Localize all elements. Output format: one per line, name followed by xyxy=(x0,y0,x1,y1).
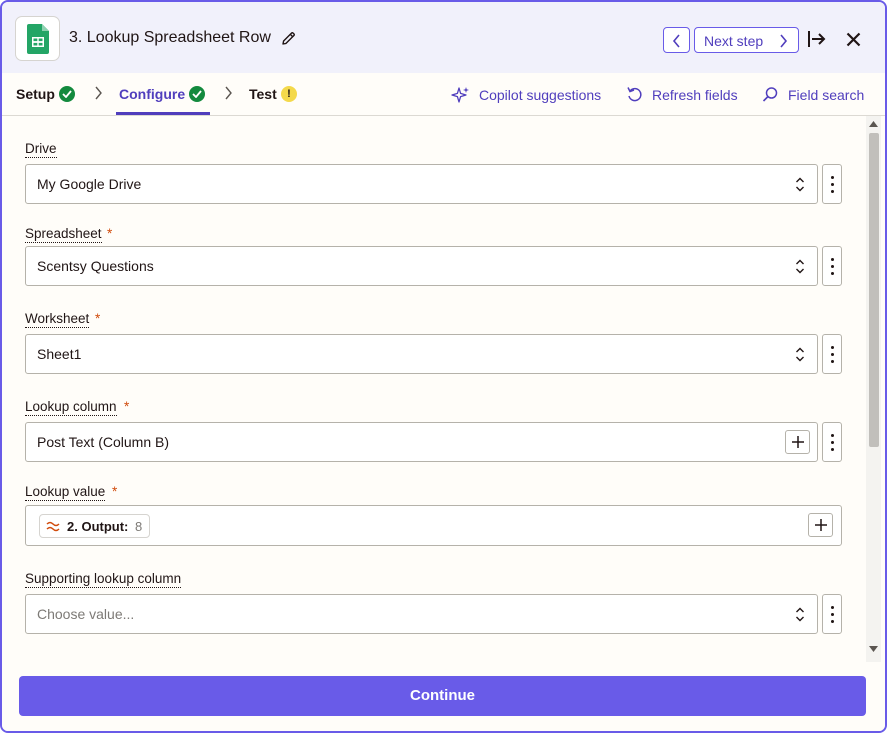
lookup-column-label: Lookup column xyxy=(25,399,117,416)
chevron-right-icon xyxy=(95,86,102,100)
lookup-column-value: Post Text (Column B) xyxy=(37,434,170,450)
up-down-chevron-icon xyxy=(796,607,804,622)
mapped-field-pill[interactable]: 2. Output: 8 xyxy=(39,514,150,538)
collapse-panel-icon[interactable] xyxy=(807,30,827,48)
check-circle-icon xyxy=(59,86,75,102)
copilot-suggestions-label: Copilot suggestions xyxy=(479,87,602,103)
drive-options-button[interactable] xyxy=(822,164,842,204)
worksheet-value: Sheet1 xyxy=(37,346,82,362)
step-tabs: Setup Configure Test ! Copilot suggestio… xyxy=(2,73,885,116)
supporting-lookup-column-label: Supporting lookup column xyxy=(25,571,182,588)
scrollbar[interactable] xyxy=(866,116,881,662)
formatter-icon xyxy=(46,521,60,532)
up-down-chevron-icon xyxy=(796,259,804,274)
pill-value: 8 xyxy=(135,519,143,534)
lookup-column-options-button[interactable] xyxy=(822,422,842,462)
worksheet-options-button[interactable] xyxy=(822,334,842,374)
supporting-lookup-column-options-button[interactable] xyxy=(822,594,842,634)
up-down-chevron-icon xyxy=(796,177,804,192)
lookup-value-input[interactable]: 2. Output: 8 xyxy=(25,505,842,546)
required-marker: * xyxy=(107,226,113,241)
check-circle-icon xyxy=(189,86,205,102)
supporting-lookup-column-select[interactable]: Choose value... xyxy=(25,594,818,634)
worksheet-label: Worksheet xyxy=(25,311,90,328)
step-title: 3. Lookup Spreadsheet Row xyxy=(69,29,271,46)
up-down-chevron-icon xyxy=(796,347,804,362)
spreadsheet-value: Scentsy Questions xyxy=(37,258,154,274)
plus-icon xyxy=(815,519,827,531)
close-icon[interactable] xyxy=(846,32,861,47)
next-step-label: Next step xyxy=(704,33,764,49)
refresh-fields-label: Refresh fields xyxy=(652,87,738,103)
refresh-icon xyxy=(627,87,642,102)
field-search-label: Field search xyxy=(788,87,865,103)
previous-step-button[interactable] xyxy=(663,27,690,53)
required-marker: * xyxy=(95,311,101,326)
scrollbar-thumb[interactable] xyxy=(869,133,879,447)
active-tab-indicator xyxy=(116,112,210,115)
pill-step-label: 2. Output: xyxy=(67,519,129,534)
scroll-down-arrow-icon[interactable] xyxy=(869,646,878,652)
required-marker: * xyxy=(124,399,130,414)
panel-header: 3. Lookup Spreadsheet Row Next step xyxy=(2,2,885,73)
spreadsheet-options-button[interactable] xyxy=(822,246,842,286)
panel-footer: Continue xyxy=(2,662,885,731)
insert-data-button[interactable] xyxy=(785,430,810,454)
configure-form: Drive My Google Drive Spreadsheet * Scen… xyxy=(2,116,885,662)
scroll-up-arrow-icon[interactable] xyxy=(869,121,878,127)
warning-icon: ! xyxy=(281,86,297,102)
lookup-value-label: Lookup value xyxy=(25,484,106,501)
chevron-right-icon xyxy=(225,86,232,100)
required-marker: * xyxy=(112,484,118,499)
continue-button[interactable]: Continue xyxy=(19,676,866,716)
google-sheets-icon xyxy=(15,16,60,61)
drive-value: My Google Drive xyxy=(37,176,142,192)
plus-icon xyxy=(792,436,804,448)
supporting-lookup-column-placeholder: Choose value... xyxy=(37,606,135,622)
spreadsheet-label: Spreadsheet xyxy=(25,226,102,243)
spreadsheet-select[interactable]: Scentsy Questions xyxy=(25,246,818,286)
worksheet-select[interactable]: Sheet1 xyxy=(25,334,818,374)
insert-data-button[interactable] xyxy=(808,513,833,537)
tab-configure[interactable]: Configure xyxy=(119,86,185,102)
tab-test[interactable]: Test xyxy=(249,86,277,102)
lookup-column-select[interactable]: Post Text (Column B) xyxy=(25,422,818,462)
pencil-edit-icon[interactable] xyxy=(281,31,296,46)
chevron-right-icon xyxy=(780,34,788,48)
tab-setup[interactable]: Setup xyxy=(16,86,55,102)
sparkle-icon xyxy=(451,87,469,103)
next-step-button[interactable]: Next step xyxy=(694,27,799,53)
search-icon xyxy=(762,87,778,102)
drive-label: Drive xyxy=(25,141,57,158)
drive-select[interactable]: My Google Drive xyxy=(25,164,818,204)
step-editor-panel: 3. Lookup Spreadsheet Row Next step Setu… xyxy=(0,0,887,733)
chevron-left-icon xyxy=(672,34,680,48)
